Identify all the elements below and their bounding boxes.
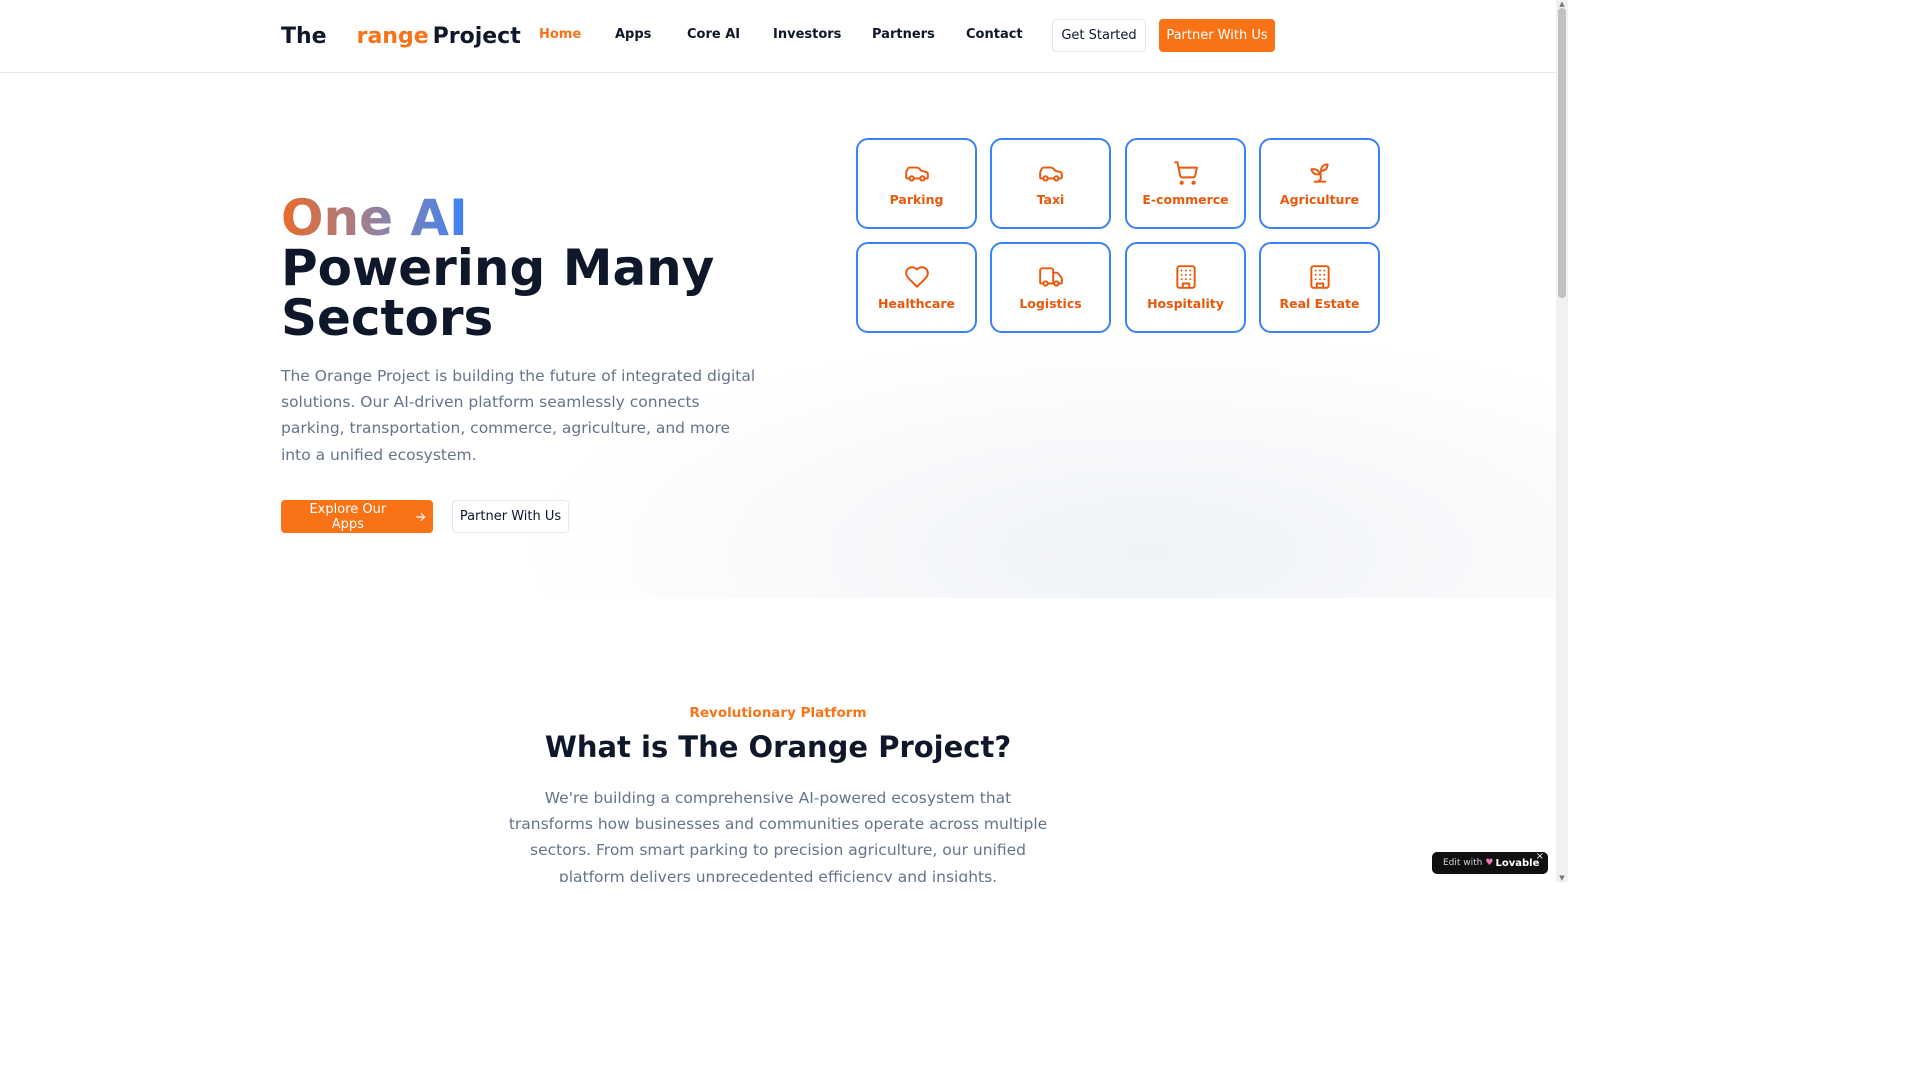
nav-partners[interactable]: Partners xyxy=(872,27,935,42)
nav-core-ai[interactable]: Core AI xyxy=(687,27,740,42)
hero-title-highlight: One AI xyxy=(281,189,468,247)
sector-label: Taxi xyxy=(1036,192,1065,207)
sector-label: Hospitality xyxy=(1147,296,1224,311)
logo-text-the: The xyxy=(281,23,327,49)
edit-with-lovable-badge[interactable]: Edit with ♥ Lovable × xyxy=(1432,851,1548,874)
sector-card-taxi[interactable]: Taxi xyxy=(990,138,1111,229)
scroll-down-arrow-icon[interactable]: ▼ xyxy=(1556,874,1568,882)
section-description: We're building a comprehensive AI-powere… xyxy=(508,789,1048,882)
lovable-heart-icon: ♥ xyxy=(1485,858,1494,868)
badge-brand-text: Lovable xyxy=(1495,857,1540,869)
page: The range Project Home Apps Core AI Inve… xyxy=(0,0,1568,882)
logo[interactable]: The range Project xyxy=(281,20,521,52)
sector-label: Agriculture xyxy=(1279,192,1360,207)
hero-title-line3: Sectors xyxy=(281,289,494,347)
shopping-cart-icon xyxy=(1173,161,1198,185)
building-icon xyxy=(1175,265,1196,289)
hero-title: One AI Powering Many Sectors xyxy=(281,193,841,343)
section-eyebrow: Revolutionary Platform xyxy=(689,705,867,721)
car-icon xyxy=(904,166,929,182)
building-icon xyxy=(1309,265,1330,289)
logo-text-project: Project xyxy=(432,23,521,49)
site-header: The range Project Home Apps Core AI Inve… xyxy=(0,0,1556,73)
hero-title-line2: Powering Many xyxy=(281,239,715,297)
hero-description: The Orange Project is building the futur… xyxy=(281,367,756,464)
sector-label: Parking xyxy=(889,192,944,207)
sector-card-ecommerce[interactable]: E-commerce xyxy=(1125,138,1246,229)
sector-card-parking[interactable]: Parking xyxy=(856,138,977,229)
nav-home[interactable]: Home xyxy=(539,27,581,42)
truck-icon xyxy=(1038,267,1063,287)
explore-apps-button[interactable]: Explore Our Apps xyxy=(281,500,433,533)
sector-label: Healthcare xyxy=(877,296,956,311)
hero-partner-button[interactable]: Partner With Us xyxy=(452,500,569,533)
page-scrollbar[interactable]: ▲ ▼ xyxy=(1556,0,1568,882)
section-title: What is The Orange Project? xyxy=(544,730,1012,764)
close-icon[interactable]: × xyxy=(1536,851,1544,862)
nav-apps[interactable]: Apps xyxy=(615,27,651,42)
sector-card-logistics[interactable]: Logistics xyxy=(990,242,1111,333)
header-partner-button[interactable]: Partner With Us xyxy=(1159,19,1275,52)
car-icon xyxy=(1038,166,1063,182)
logo-text-range: range xyxy=(356,23,429,49)
sector-card-hospitality[interactable]: Hospitality xyxy=(1125,242,1246,333)
arrow-right-icon xyxy=(415,512,425,521)
sector-card-healthcare[interactable]: Healthcare xyxy=(856,242,977,333)
sprout-icon xyxy=(1309,163,1329,183)
sector-label: Real Estate xyxy=(1279,296,1360,311)
badge-edit-text: Edit with xyxy=(1443,858,1483,868)
nav-investors[interactable]: Investors xyxy=(773,27,841,42)
sector-card-agriculture[interactable]: Agriculture xyxy=(1259,138,1380,229)
sector-card-real-estate[interactable]: Real Estate xyxy=(1259,242,1380,333)
nav-contact[interactable]: Contact xyxy=(966,27,1023,42)
sector-label: E-commerce xyxy=(1142,192,1229,207)
get-started-button[interactable]: Get Started xyxy=(1052,19,1146,52)
heart-icon xyxy=(904,266,929,288)
sector-label: Logistics xyxy=(1019,296,1082,311)
explore-apps-label: Explore Our Apps xyxy=(309,501,387,532)
scrollbar-thumb[interactable] xyxy=(1558,8,1566,298)
scroll-up-arrow-icon[interactable]: ▲ xyxy=(1556,0,1568,8)
